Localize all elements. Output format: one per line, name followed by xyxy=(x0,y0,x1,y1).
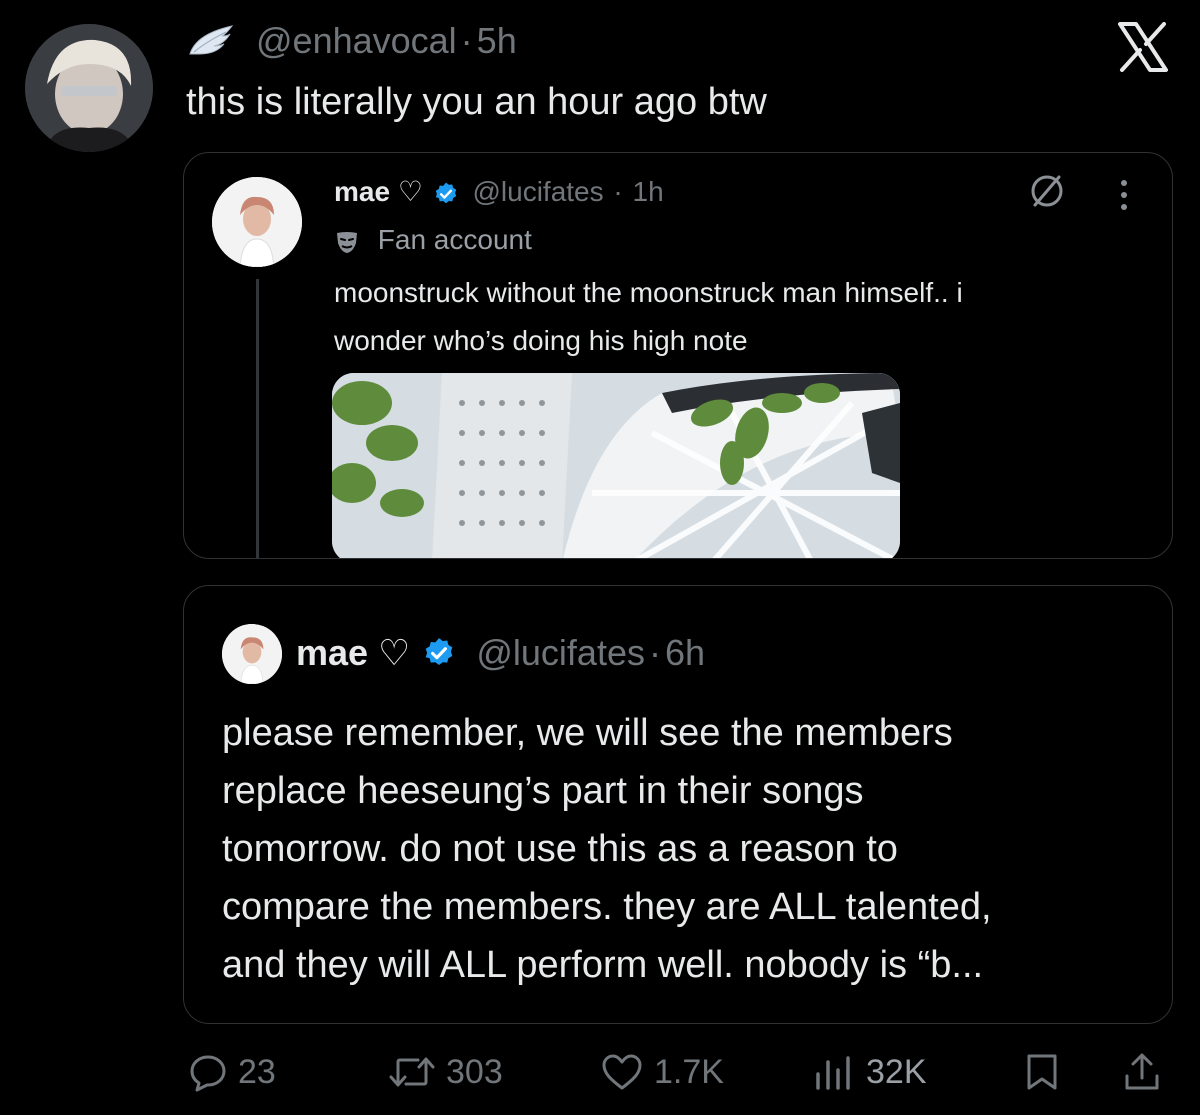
repost-icon xyxy=(389,1057,435,1087)
share-button[interactable] xyxy=(1122,1052,1162,1092)
author-avatar[interactable] xyxy=(25,24,153,152)
quote1-text: moonstruck without the moonstruck man hi… xyxy=(334,269,963,365)
tweet-header: @enhavocal · 5h xyxy=(256,18,517,64)
quote2-text: please remember, we will see the members… xyxy=(222,704,992,994)
views-button[interactable]: 32K xyxy=(812,1052,927,1092)
repost-count: 303 xyxy=(446,1052,503,1091)
quote2-text-line: replace heeseung’s part in their songs xyxy=(222,770,864,812)
verified-badge-icon xyxy=(433,179,459,205)
more-options-icon[interactable] xyxy=(1112,177,1136,213)
quote2-time[interactable]: 6h xyxy=(665,632,705,673)
reply-count: 23 xyxy=(238,1052,276,1091)
like-button[interactable]: 1.7K xyxy=(600,1052,724,1092)
separator-dot: · xyxy=(648,632,661,673)
quote1-avatar[interactable] xyxy=(212,177,302,267)
angel-wing-icon xyxy=(186,24,236,60)
quote2-display-name[interactable]: mae ♡ xyxy=(296,632,410,673)
verified-badge-icon xyxy=(422,635,456,669)
separator-dot: · xyxy=(613,176,623,207)
quoted-tweet-1[interactable]: mae ♡ @lucifates · 1h Fan account moonst… xyxy=(183,152,1173,559)
no-entry-icon[interactable] xyxy=(1029,173,1065,209)
mask-icon xyxy=(334,227,360,253)
quote1-time[interactable]: 1h xyxy=(633,176,664,207)
quote2-handle[interactable]: @lucifates xyxy=(476,632,645,673)
quote2-text-line: compare the members. they are ALL talent… xyxy=(222,886,992,928)
quote2-avatar[interactable] xyxy=(222,624,282,684)
views-icon xyxy=(816,1056,850,1090)
reply-icon xyxy=(190,1055,226,1092)
quote2-text-line: tomorrow. do not use this as a reason to xyxy=(222,828,898,870)
bookmark-button[interactable] xyxy=(1024,1052,1060,1092)
quote1-header: mae ♡ @lucifates · 1h xyxy=(334,173,664,211)
quote1-display-name[interactable]: mae ♡ xyxy=(334,176,423,207)
x-logo-icon[interactable] xyxy=(1116,22,1170,72)
repost-button[interactable]: 303 xyxy=(388,1052,503,1092)
tweet-text: this is literally you an hour ago btw xyxy=(186,81,767,123)
reply-button[interactable]: 23 xyxy=(188,1052,276,1092)
bookmark-icon xyxy=(1027,1054,1057,1090)
quote1-media-image[interactable] xyxy=(332,373,900,558)
quote1-label-row: Fan account xyxy=(334,221,532,259)
like-count: 1.7K xyxy=(654,1052,724,1091)
quoted-tweet-2[interactable]: mae ♡ @lucifates · 6h please remember, we … xyxy=(183,585,1173,1024)
separator-dot: · xyxy=(460,20,473,61)
tweet-time[interactable]: 5h xyxy=(477,20,517,61)
quote2-text-line: please remember, we will see the members xyxy=(222,712,953,754)
heart-icon xyxy=(602,1054,642,1090)
views-count: 32K xyxy=(866,1052,927,1091)
fan-account-label: Fan account xyxy=(377,224,532,255)
quote1-handle[interactable]: @lucifates xyxy=(472,176,603,207)
quote2-header: mae ♡ @lucifates · 6h xyxy=(296,630,705,676)
quote2-text-line: and they will ALL perform well. nobody i… xyxy=(222,944,984,986)
thread-line xyxy=(256,279,259,558)
quote1-text-line: moonstruck without the moonstruck man hi… xyxy=(334,277,963,308)
quote1-text-line: wonder who’s doing his high note xyxy=(334,325,748,356)
author-handle[interactable]: @enhavocal xyxy=(256,20,457,61)
share-icon xyxy=(1125,1053,1159,1090)
